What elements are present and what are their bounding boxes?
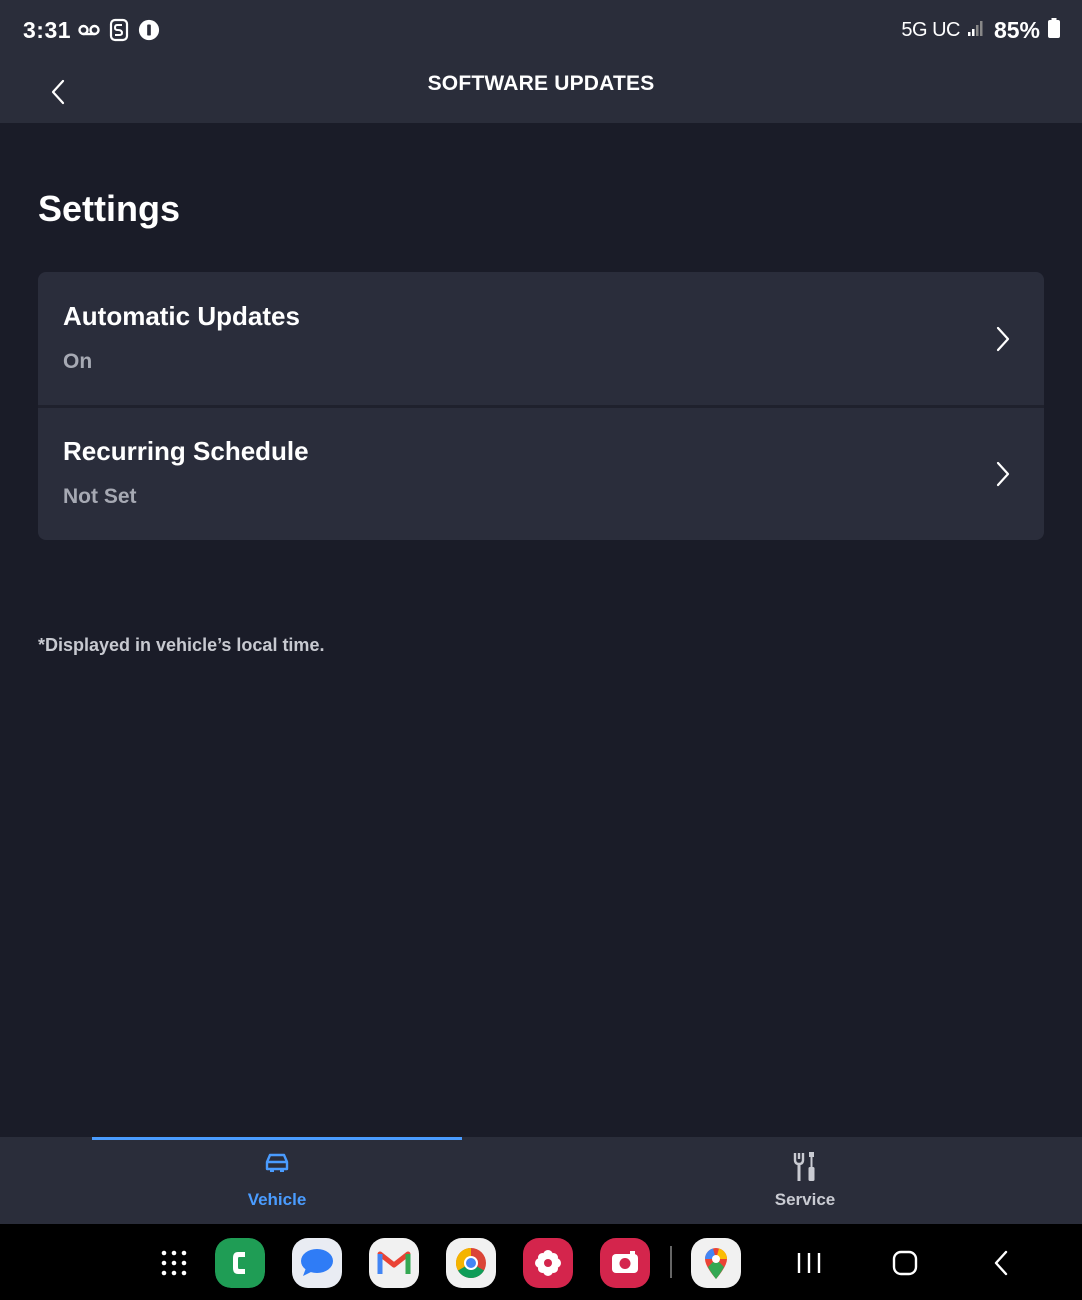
home-icon[interactable] [880,1238,930,1288]
page-title: SOFTWARE UPDATES [427,72,655,95]
tab-vehicle[interactable]: Vehicle [92,1137,462,1224]
car-icon [92,1151,462,1173]
chrome-app-icon[interactable] [446,1238,496,1288]
gmail-app-icon[interactable] [369,1238,419,1288]
section-title: Settings [38,188,181,229]
chevron-right-icon [990,459,1016,489]
setting-value: On [63,350,93,373]
chevron-right-icon [990,324,1016,354]
app-header: SOFTWARE UPDATES [0,62,1082,123]
status-time: 3:31 [23,17,72,43]
nav-divider [670,1246,672,1278]
setting-value: Not Set [63,485,137,508]
nav-back-icon[interactable] [976,1238,1026,1288]
settings-card: Automatic Updates On Recurring Schedule … [38,272,1044,540]
tab-service[interactable]: Service [620,1137,990,1224]
tab-label: Service [774,1190,836,1209]
tab-label: Vehicle [247,1190,307,1209]
app-drawer-icon[interactable] [149,1238,199,1288]
messages-app-icon[interactable] [292,1238,342,1288]
info-icon [138,17,160,43]
battery-icon [1048,18,1060,43]
gallery-app-icon[interactable] [523,1238,573,1288]
signal-icon [967,19,986,42]
screen: 3:31 5G UC 85% SOFTWARE UPDATES Settings… [0,0,1082,1300]
top-bar: 3:31 5G UC 85% SOFTWARE UPDATES [0,0,1082,123]
setting-label: Recurring Schedule [63,436,309,466]
setting-label: Automatic Updates [63,301,300,331]
voicemail-icon [78,17,100,43]
battery-percent: 85% [993,17,1040,43]
setting-row-recurring-schedule[interactable]: Recurring Schedule Not Set [38,407,1044,540]
bottom-tab-bar: Vehicle Service [0,1137,1082,1224]
status-system-icons: 5G UC 85% [901,17,1060,44]
system-nav-bar [0,1224,1082,1300]
phone-app-icon[interactable] [215,1238,265,1288]
notification-app-icon [108,17,130,43]
setting-row-automatic-updates[interactable]: Automatic Updates On [38,272,1044,406]
maps-app-icon[interactable] [691,1238,741,1288]
local-time-footnote: *Displayed in vehicle’s local time. [38,635,325,655]
recents-icon[interactable] [784,1238,834,1288]
status-notification-icons [78,17,160,43]
status-bar: 3:31 5G UC 85% [0,0,1082,62]
camera-app-icon[interactable] [600,1238,650,1288]
wrench-screwdriver-icon [620,1151,990,1183]
network-type: 5G UC [901,19,960,41]
